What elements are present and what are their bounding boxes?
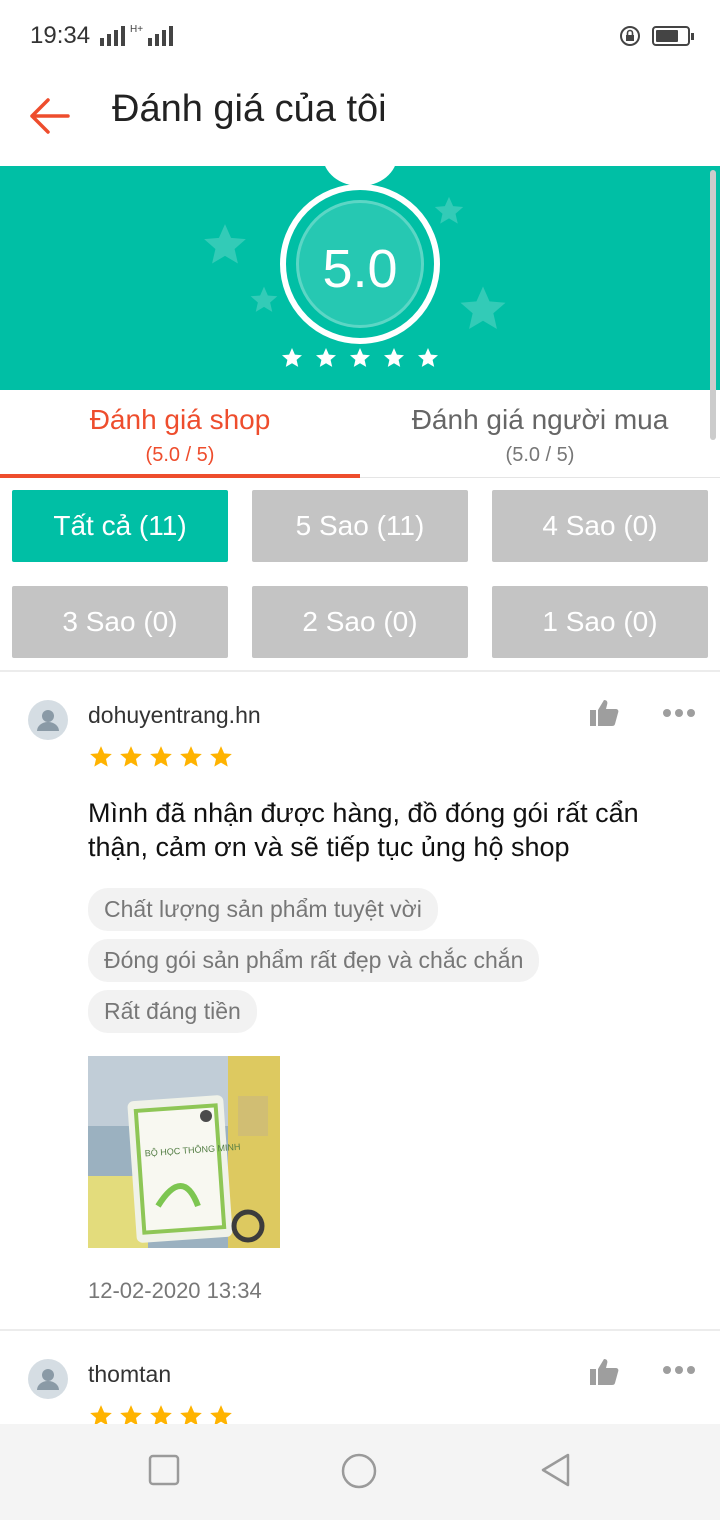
- tab-shop-reviews[interactable]: Đánh giá shop (5.0 / 5): [0, 390, 360, 478]
- star-icon: [210, 1405, 232, 1424]
- filter-4-star[interactable]: 4 Sao (0): [492, 490, 708, 562]
- review-date: 12-02-2020 13:34: [88, 1278, 262, 1303]
- network-type-label: H+: [130, 24, 144, 35]
- review-tag: Đóng gói sản phẩm rất đẹp và chắc chắn: [88, 939, 540, 982]
- rating-filters: Tất cả (11) 5 Sao (11) 4 Sao (0) 3 Sao (…: [12, 490, 708, 658]
- review-tag: Chất lượng sản phẩm tuyệt vời: [88, 888, 438, 931]
- review-stars: [88, 1403, 234, 1424]
- overall-score: 5.0: [322, 239, 398, 299]
- filter-1-star[interactable]: 1 Sao (0): [492, 586, 708, 658]
- score-ring: 5.0: [280, 184, 440, 344]
- battery-icon: [652, 26, 694, 46]
- review-item: thomtan: [0, 1331, 720, 1424]
- screen-lock-icon: [620, 26, 640, 46]
- tab-label: Đánh giá người mua: [411, 404, 669, 435]
- status-right: [618, 24, 694, 48]
- filter-2-star[interactable]: 2 Sao (0): [252, 586, 468, 658]
- rating-summary-banner: 5.0: [0, 166, 720, 390]
- banner-notch: [323, 166, 397, 186]
- star-icon: [120, 1405, 142, 1424]
- product-photo-image: BỘ HỌC THÔNG MINH: [88, 1056, 280, 1248]
- star-icon: [150, 1405, 172, 1424]
- review-comment: Mình đã nhận được hàng, đồ đóng gói rất …: [88, 798, 639, 862]
- status-bar: 19:34 H+: [0, 0, 720, 72]
- decorative-star-icon: [250, 286, 278, 312]
- tab-score: (5.0 / 5): [145, 444, 215, 466]
- decorative-star-icon: [204, 224, 246, 264]
- review-item: dohuyentrang.hn Mình đã nhận được hàng, …: [0, 672, 720, 1328]
- review-username: thomtan: [88, 1361, 172, 1387]
- arrow-left-icon[interactable]: [24, 90, 76, 142]
- screen: 19:34 H+ Đánh giá của tôi 5.0 Đánh giá s…: [0, 0, 720, 1520]
- star-icon: [90, 1405, 112, 1424]
- avatar[interactable]: [28, 700, 68, 740]
- status-time: 19:34: [30, 22, 91, 49]
- star-icon: [180, 1405, 202, 1424]
- home-icon[interactable]: [340, 1452, 378, 1490]
- more-options-icon[interactable]: [662, 1365, 696, 1375]
- star-icon: [180, 746, 202, 767]
- review-tags: Chất lượng sản phẩm tuyệt vời Đóng gói s…: [88, 888, 688, 1041]
- star-icon: [316, 348, 336, 367]
- thumbs-up-icon[interactable]: [588, 698, 620, 728]
- review-stars: [88, 744, 234, 770]
- app-header: Đánh giá của tôi: [0, 72, 720, 166]
- system-nav-bar: [0, 1424, 720, 1520]
- decorative-star-icon: [460, 286, 506, 330]
- user-icon: [37, 1369, 59, 1390]
- star-icon: [418, 348, 438, 367]
- star-icon: [150, 746, 172, 767]
- decorative-star-icon: [434, 196, 464, 224]
- summary-stars: [280, 346, 440, 370]
- review-photo[interactable]: BỘ HỌC THÔNG MINH: [88, 1056, 280, 1248]
- star-icon: [120, 746, 142, 767]
- back-icon[interactable]: [538, 1452, 574, 1488]
- thumbs-up-icon[interactable]: [588, 1357, 620, 1387]
- tab-label: Đánh giá shop: [89, 404, 271, 435]
- star-icon: [384, 348, 404, 367]
- page-title: Đánh giá của tôi: [112, 88, 387, 130]
- tab-buyer-reviews[interactable]: Đánh giá người mua (5.0 / 5): [360, 390, 720, 477]
- review-tag: Rất đáng tiền: [88, 990, 257, 1033]
- filter-3-star[interactable]: 3 Sao (0): [12, 586, 228, 658]
- signal-icon: H+: [100, 24, 174, 46]
- more-options-icon[interactable]: [662, 708, 696, 718]
- tab-score: (5.0 / 5): [505, 444, 575, 466]
- review-username: dohuyentrang.hn: [88, 702, 261, 728]
- star-icon: [350, 348, 370, 367]
- filter-5-star[interactable]: 5 Sao (11): [252, 490, 468, 562]
- star-icon: [210, 746, 232, 767]
- star-icon: [90, 746, 112, 767]
- review-tabs: Đánh giá shop (5.0 / 5) Đánh giá người m…: [0, 390, 720, 478]
- star-icon: [282, 348, 302, 367]
- avatar[interactable]: [28, 1359, 68, 1399]
- filter-all[interactable]: Tất cả (11): [12, 490, 228, 562]
- user-icon: [37, 710, 59, 731]
- recent-apps-icon[interactable]: [148, 1454, 180, 1486]
